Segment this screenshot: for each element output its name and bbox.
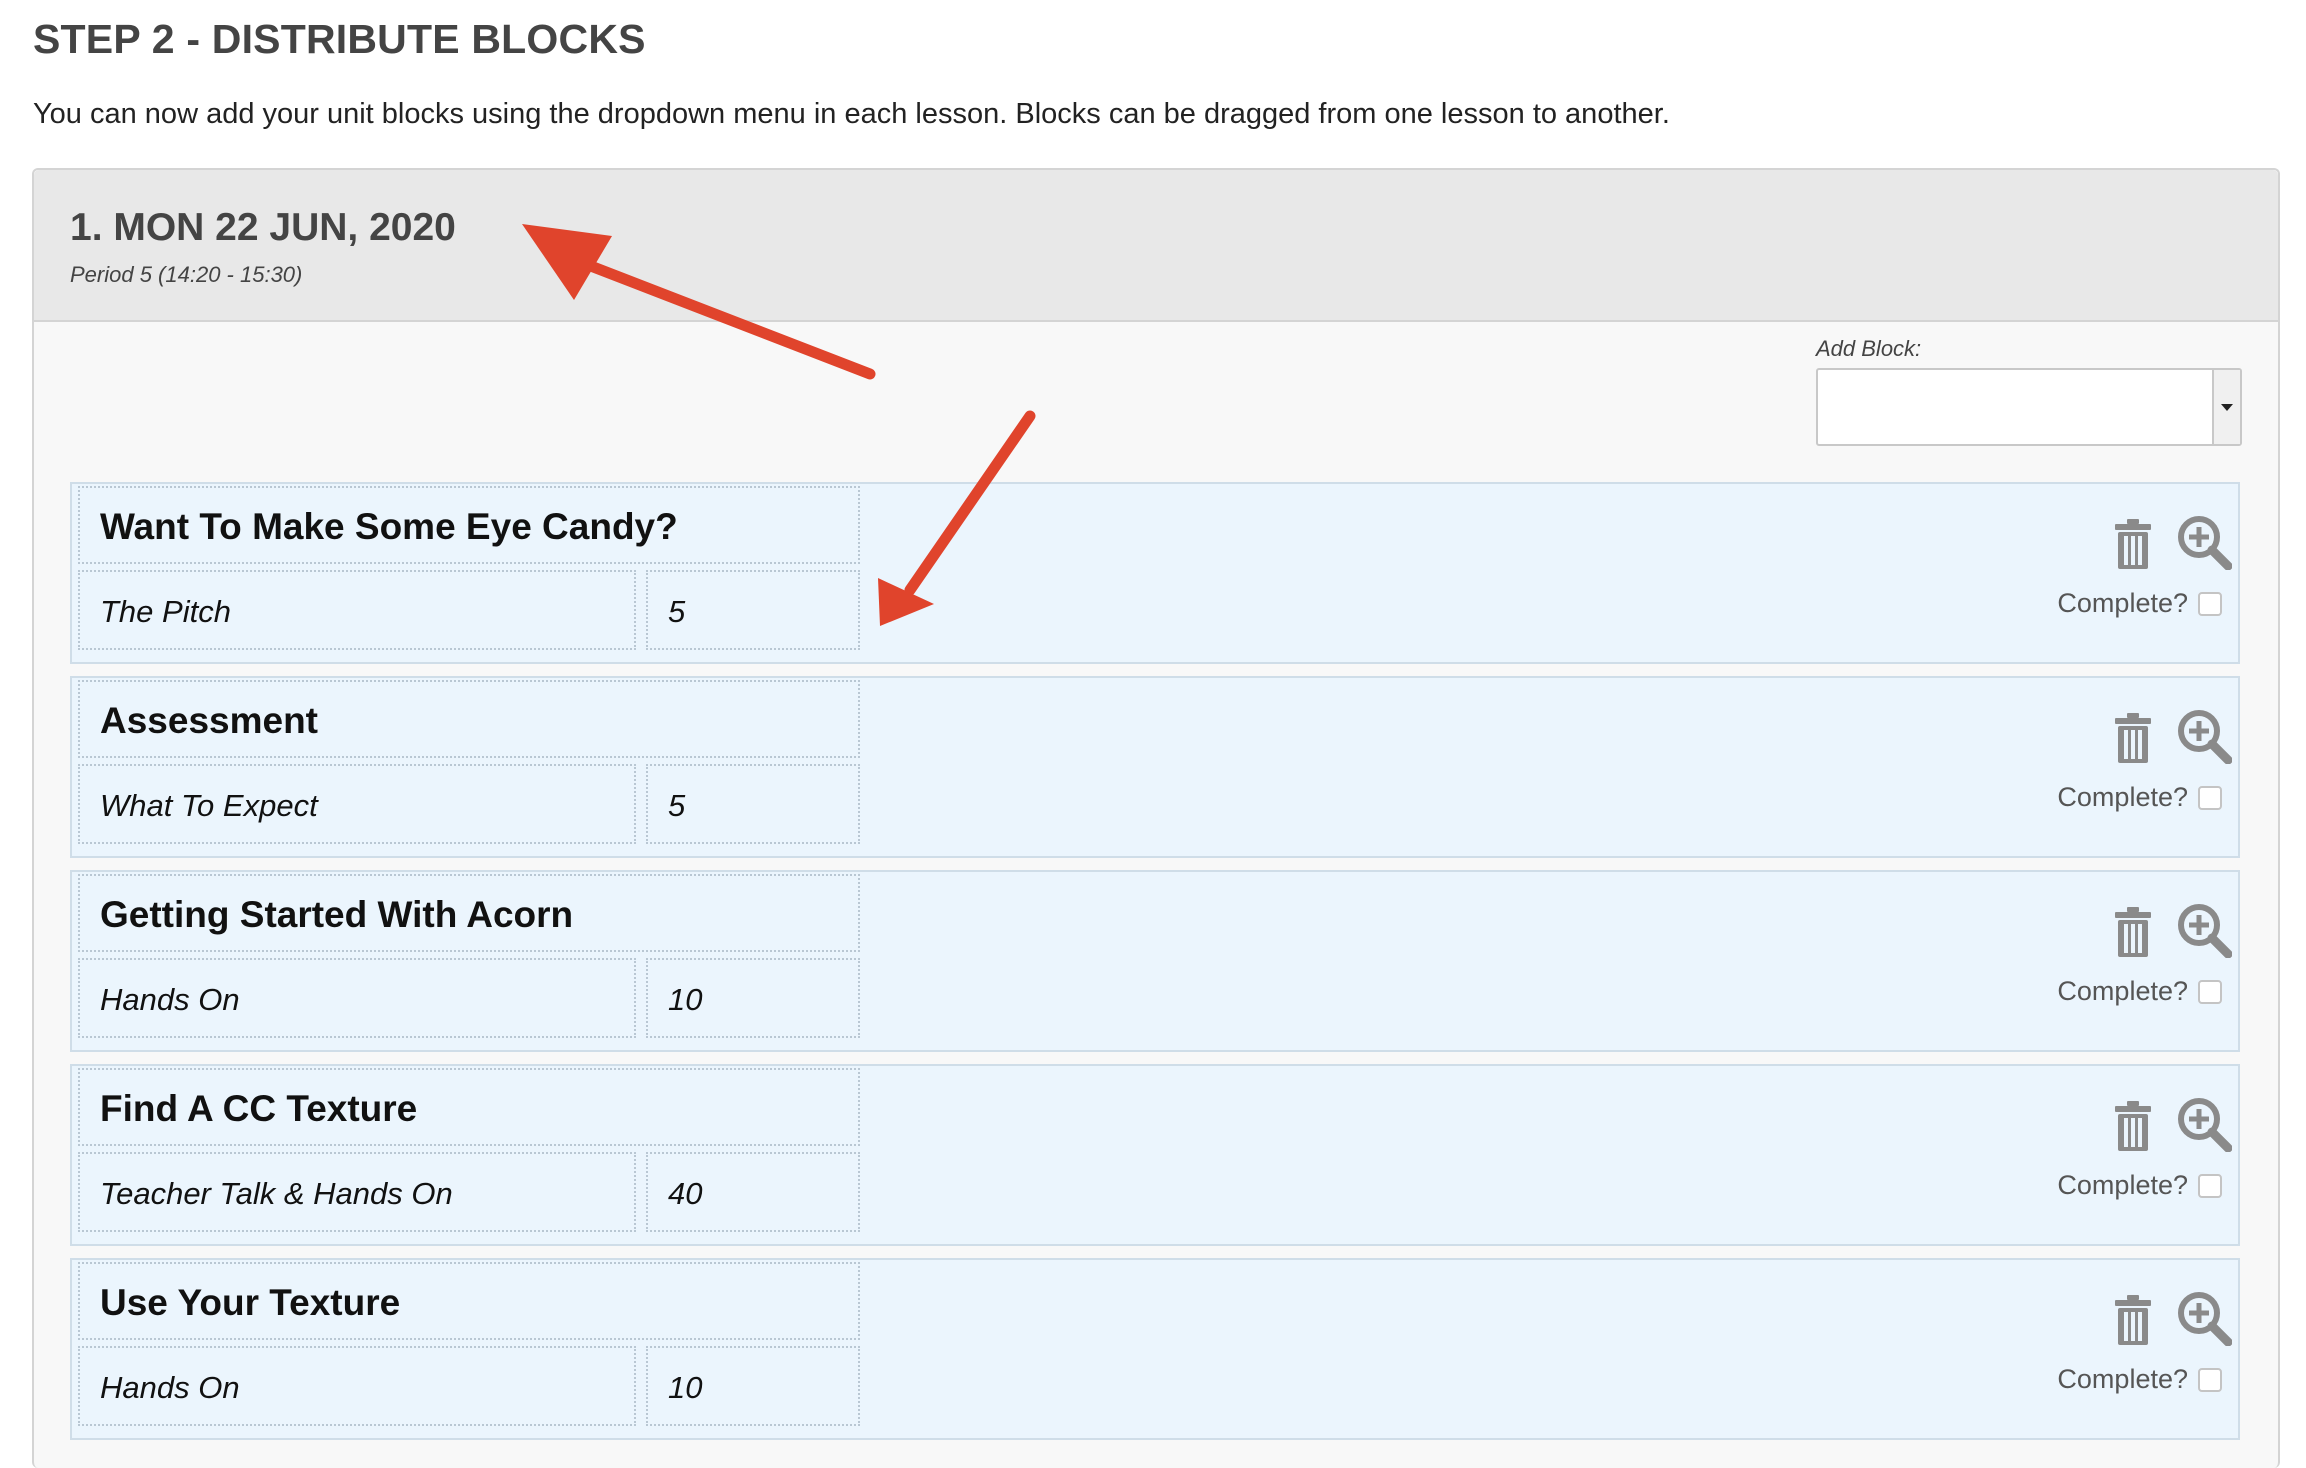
lesson-block[interactable]: Find A CC Texture Teacher Talk & Hands O…	[70, 1064, 2240, 1246]
lesson-block[interactable]: Assessment What To Expect 5 Complete?	[70, 676, 2240, 858]
complete-checkbox[interactable]	[2198, 591, 2222, 616]
block-type[interactable]: What To Expect	[78, 764, 636, 844]
trash-icon[interactable]	[2114, 1294, 2152, 1346]
complete-checkbox[interactable]	[2198, 1173, 2222, 1198]
add-block-label: Add Block:	[1816, 336, 1922, 361]
page-title: STEP 2 - DISTRIBUTE BLOCKS	[33, 16, 646, 62]
caret-down-icon[interactable]	[2212, 370, 2240, 444]
block-type[interactable]: The Pitch	[78, 570, 636, 650]
zoom-in-icon[interactable]	[2176, 1096, 2232, 1152]
trash-icon[interactable]	[2114, 518, 2152, 570]
lesson-card: 1. MON 22 JUN, 2020 Period 5 (14:20 - 15…	[32, 168, 2280, 1468]
block-minutes[interactable]: 10	[646, 958, 860, 1038]
lesson-title: 1. MON 22 JUN, 2020	[70, 206, 456, 249]
complete-label: Complete?	[2057, 1170, 2188, 1200]
block-list: Want To Make Some Eye Candy? The Pitch 5…	[70, 482, 2240, 1452]
complete-checkbox[interactable]	[2198, 785, 2222, 810]
complete-toggle: Complete?	[2057, 588, 2222, 619]
block-minutes[interactable]: 5	[646, 764, 860, 844]
complete-toggle: Complete?	[2057, 1170, 2222, 1201]
trash-icon[interactable]	[2114, 906, 2152, 958]
lesson-block[interactable]: Want To Make Some Eye Candy? The Pitch 5…	[70, 482, 2240, 664]
lesson-period: Period 5 (14:20 - 15:30)	[70, 262, 303, 287]
zoom-in-icon[interactable]	[2176, 514, 2232, 570]
complete-checkbox[interactable]	[2198, 979, 2222, 1004]
intro-text: You can now add your unit blocks using t…	[33, 98, 1670, 130]
lesson-block[interactable]: Getting Started With Acorn Hands On 10 C…	[70, 870, 2240, 1052]
add-block-select[interactable]	[1816, 368, 2242, 446]
lesson-block[interactable]: Use Your Texture Hands On 10 Complete?	[70, 1258, 2240, 1440]
complete-label: Complete?	[2057, 1364, 2188, 1394]
block-minutes[interactable]: 5	[646, 570, 860, 650]
block-minutes[interactable]: 10	[646, 1346, 860, 1426]
zoom-in-icon[interactable]	[2176, 1290, 2232, 1346]
block-name[interactable]: Want To Make Some Eye Candy?	[78, 486, 860, 564]
block-type[interactable]: Hands On	[78, 1346, 636, 1426]
block-minutes[interactable]: 40	[646, 1152, 860, 1232]
zoom-in-icon[interactable]	[2176, 708, 2232, 764]
complete-label: Complete?	[2057, 588, 2188, 618]
zoom-in-icon[interactable]	[2176, 902, 2232, 958]
block-type[interactable]: Hands On	[78, 958, 636, 1038]
trash-icon[interactable]	[2114, 1100, 2152, 1152]
trash-icon[interactable]	[2114, 712, 2152, 764]
block-type[interactable]: Teacher Talk & Hands On	[78, 1152, 636, 1232]
block-name[interactable]: Assessment	[78, 680, 860, 758]
block-name[interactable]: Getting Started With Acorn	[78, 874, 860, 952]
block-name[interactable]: Find A CC Texture	[78, 1068, 860, 1146]
complete-checkbox[interactable]	[2198, 1367, 2222, 1392]
complete-toggle: Complete?	[2057, 976, 2222, 1007]
complete-label: Complete?	[2057, 976, 2188, 1006]
complete-toggle: Complete?	[2057, 782, 2222, 813]
complete-label: Complete?	[2057, 782, 2188, 812]
block-name[interactable]: Use Your Texture	[78, 1262, 860, 1340]
add-block-control: Add Block:	[1816, 336, 2242, 446]
complete-toggle: Complete?	[2057, 1364, 2222, 1395]
lesson-header: 1. MON 22 JUN, 2020 Period 5 (14:20 - 15…	[34, 170, 2278, 322]
